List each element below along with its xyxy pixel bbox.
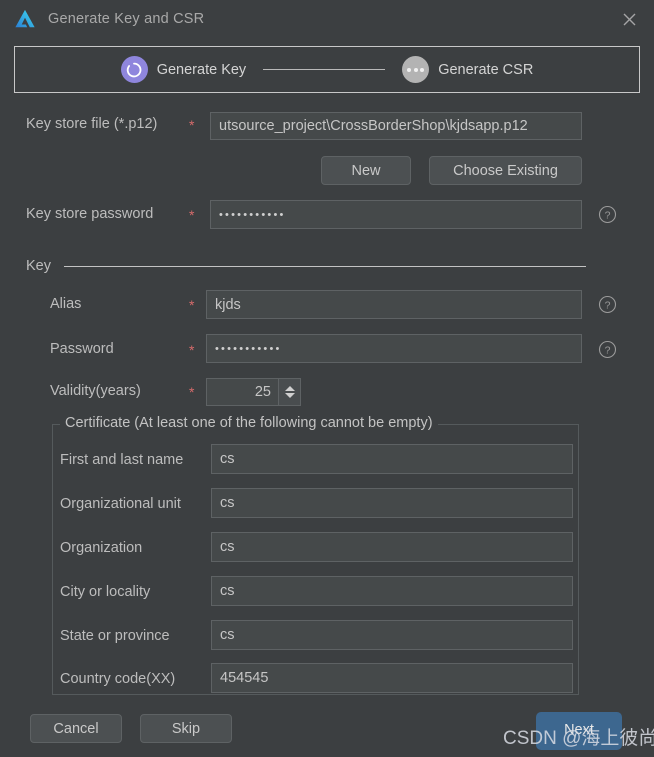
alias-required-marker: * xyxy=(189,297,195,313)
svg-text:?: ? xyxy=(605,209,611,221)
keystore-file-required-marker: * xyxy=(189,117,195,133)
key-password-label: Password xyxy=(50,341,114,357)
skip-button[interactable]: Skip xyxy=(140,714,232,743)
alias-label: Alias xyxy=(50,296,82,312)
key-section-title: Key xyxy=(26,258,51,274)
spinner-ring-icon xyxy=(120,56,148,83)
help-circle-icon[interactable]: ? xyxy=(598,295,617,314)
state-or-province-label: State or province xyxy=(60,628,170,644)
android-studio-logo-icon xyxy=(15,9,35,28)
svg-text:?: ? xyxy=(605,299,611,311)
state-or-province-input[interactable]: cs xyxy=(211,620,573,650)
country-code-input[interactable]: 454545 xyxy=(211,663,573,693)
first-and-last-name-label: First and last name xyxy=(60,452,184,468)
help-circle-icon[interactable]: ? xyxy=(598,205,617,224)
certificate-group-legend: Certificate (At least one of the followi… xyxy=(60,415,438,431)
next-button[interactable]: Next xyxy=(536,712,622,750)
new-keystore-button[interactable]: New xyxy=(321,156,411,185)
generate-key-and-csr-dialog: Generate Key and CSR Generate Key Genera… xyxy=(0,0,654,757)
key-password-input[interactable]: ••••••••••• xyxy=(206,334,582,363)
organizational-unit-input[interactable]: cs xyxy=(211,488,573,518)
wizard-step-generate-key[interactable]: Generate Key xyxy=(120,56,247,83)
validity-stepper[interactable]: 25 xyxy=(206,378,301,406)
keystore-file-input[interactable]: utsource_project\CrossBorderShop\kjdsapp… xyxy=(210,112,582,140)
chevron-up-icon[interactable] xyxy=(284,386,295,391)
wizard-step-label: Generate Key xyxy=(156,61,247,78)
keystore-password-input[interactable]: ••••••••••• xyxy=(210,200,582,229)
key-password-required-marker: * xyxy=(189,342,195,358)
organizational-unit-label: Organizational unit xyxy=(60,496,181,512)
validity-required-marker: * xyxy=(189,384,195,400)
spinner-arrows-icon[interactable] xyxy=(278,379,300,405)
organization-input[interactable]: cs xyxy=(211,532,573,562)
cancel-button[interactable]: Cancel xyxy=(30,714,122,743)
wizard-step-generate-csr[interactable]: Generate CSR xyxy=(402,56,533,83)
title-bar: Generate Key and CSR xyxy=(0,0,654,38)
close-icon[interactable] xyxy=(612,5,646,33)
ellipsis-icon xyxy=(402,56,430,83)
keystore-password-label: Key store password xyxy=(26,206,154,222)
first-and-last-name-input[interactable]: cs xyxy=(211,444,573,474)
city-or-locality-label: City or locality xyxy=(60,584,151,600)
validity-input[interactable]: 25 xyxy=(207,379,278,405)
keystore-password-required-marker: * xyxy=(189,207,195,223)
help-circle-icon[interactable]: ? xyxy=(598,340,617,359)
key-section-divider xyxy=(64,266,586,267)
alias-input[interactable]: kjds xyxy=(206,290,582,319)
wizard-steps: Generate Key Generate CSR xyxy=(14,46,640,93)
country-code-label: Country code(XX) xyxy=(60,671,176,687)
organization-label: Organization xyxy=(60,540,143,556)
validity-label: Validity(years) xyxy=(50,383,141,399)
window-title: Generate Key and CSR xyxy=(48,11,205,27)
chevron-down-icon[interactable] xyxy=(284,393,295,398)
city-or-locality-input[interactable]: cs xyxy=(211,576,573,606)
wizard-step-label: Generate CSR xyxy=(438,61,534,78)
svg-text:?: ? xyxy=(605,344,611,356)
wizard-step-connector xyxy=(263,69,386,70)
choose-existing-button[interactable]: Choose Existing xyxy=(429,156,582,185)
keystore-file-label: Key store file (*.p12) xyxy=(26,116,158,132)
